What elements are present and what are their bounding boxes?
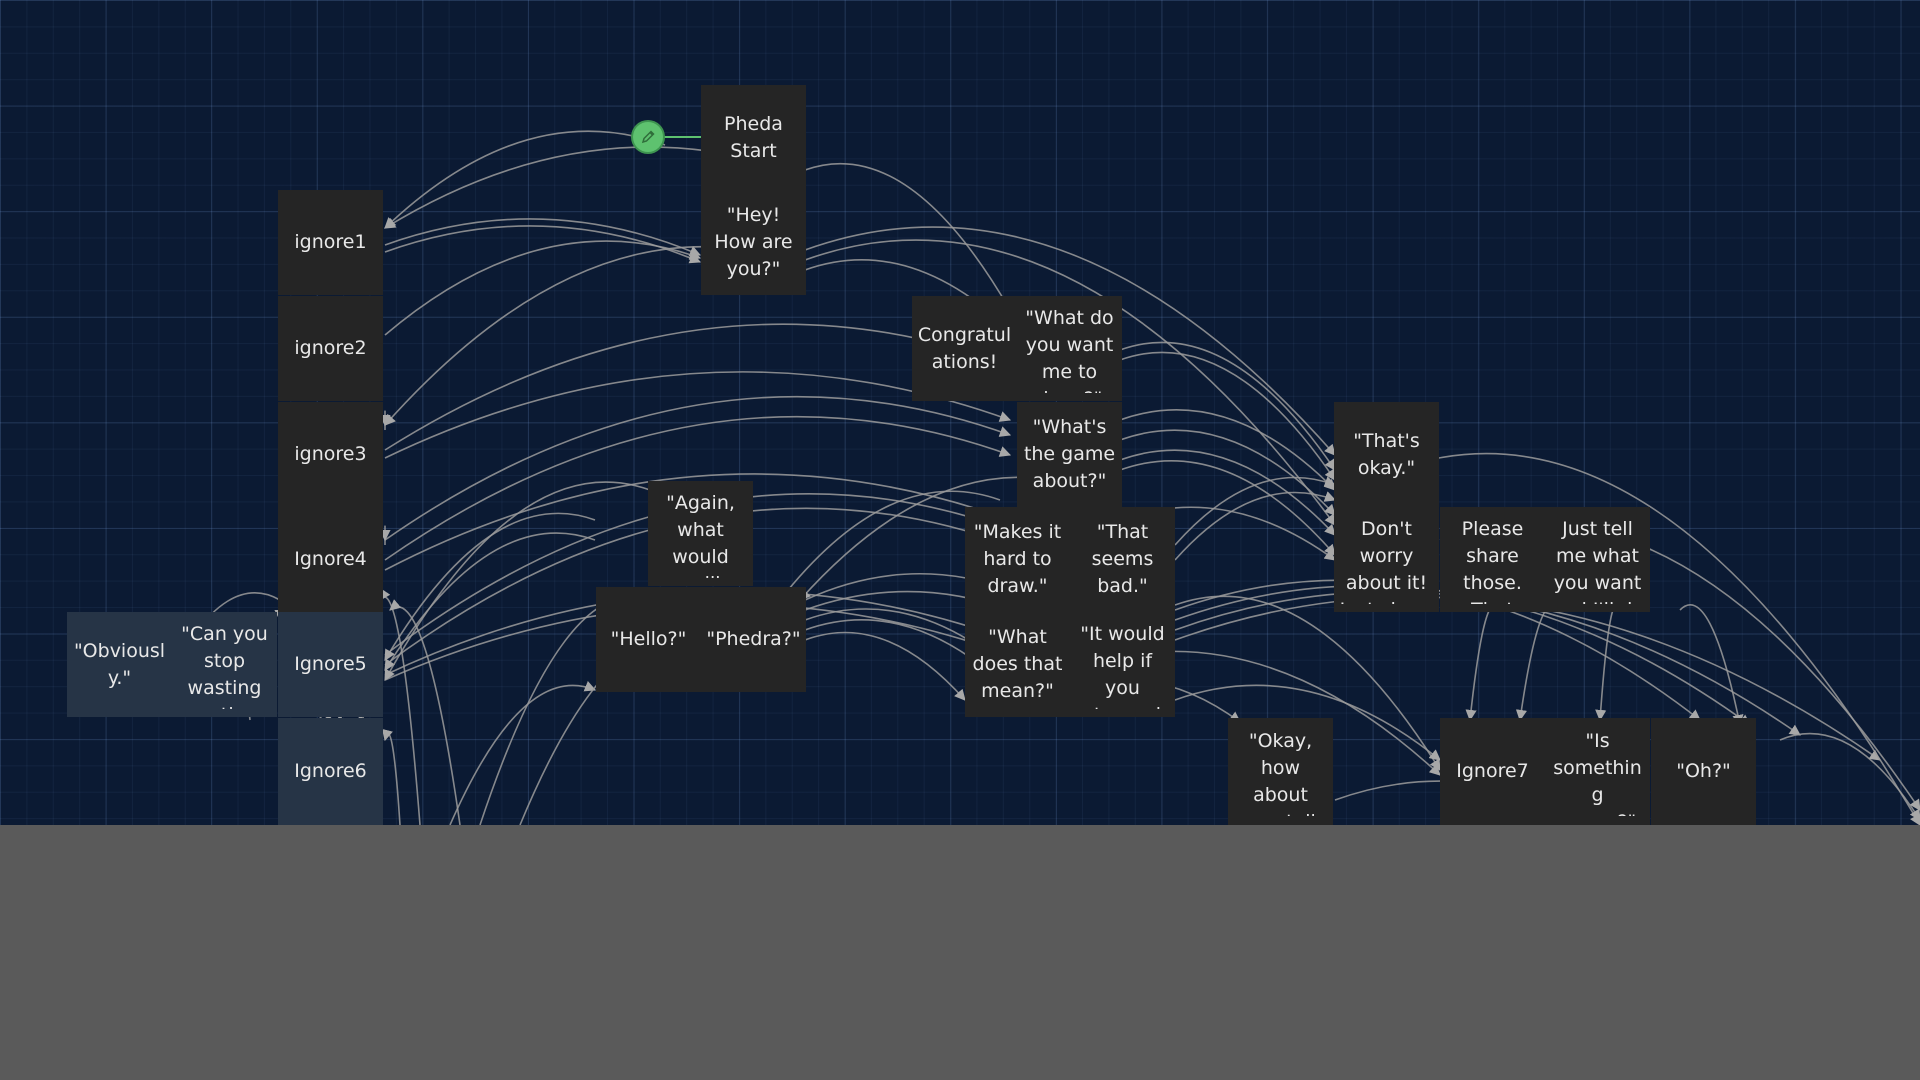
connection-link [389,599,461,825]
node-label: "What do you want me to draw?" [1025,306,1114,393]
node-congratulations[interactable]: Congratulations! [912,296,1017,401]
connection-link [1174,491,1337,561]
node-label: "Makes it hard to draw." [973,521,1062,597]
pencil-icon [641,130,655,144]
node-that-seems-bad[interactable]: "That seems bad." [1070,507,1175,612]
node-pheda-start[interactable]: Pheda Start [701,85,806,190]
node-label: "What does that mean?" [972,626,1063,702]
node-label: "Again, what would you like [664,491,738,578]
node-label: "It would help if you stopped [1080,622,1165,709]
connection-link [382,728,401,825]
node-label: "Obviously." [73,639,166,689]
node-label: Congratulations! [917,323,1012,373]
node-label: "That seems bad." [1091,521,1154,597]
node-ignore4[interactable]: Ignore4 [278,507,383,612]
node-label: Ignore6 [294,760,367,782]
node-okay-how-about[interactable]: "Okay, how about you tell me [1228,718,1333,825]
connection-link [384,240,702,336]
node-what-does-that-mean[interactable]: "What does that mean?" [965,612,1070,717]
node-label: ignore2 [294,337,367,359]
node-whats-the-game[interactable]: "What's the game about?" [1017,402,1122,507]
node-please-share[interactable]: Please share those. That [1440,507,1545,612]
node-obviously[interactable]: "Obviously." [67,612,172,717]
node-label: Ignore4 [294,548,367,570]
node-oh[interactable]: "Oh?" [1651,718,1756,825]
node-ignore1[interactable]: ignore1 [278,190,383,295]
node-label: ignore3 [294,443,367,465]
node-label: Ignore5 [294,653,367,675]
node-label: "What's the game about?" [1023,416,1116,492]
node-hello[interactable]: "Hello?" [596,587,701,692]
connection-link [804,162,1011,311]
node-ignore5[interactable]: Ignore5 [278,612,383,717]
bottom-panel [0,825,1920,1080]
node-label: "Oh?" [1676,760,1731,782]
connection-link [1119,341,1336,471]
connection-link [384,130,666,229]
node-label: "Hello?" [610,628,687,650]
node-label: "Can you stop wasting my time [181,622,268,709]
node-label: Ignore7 [1456,760,1529,782]
node-ignore7[interactable]: Ignore7 [1440,718,1545,825]
node-is-something-wrong[interactable]: "Is something wrong?" [1545,718,1650,825]
node-again-what-would[interactable]: "Again, what would you like [648,481,753,586]
node-what-do-you-want[interactable]: "What do you want me to draw?" [1017,296,1122,401]
connection-link [449,680,597,825]
connection-link [804,631,966,701]
node-label: "Phedra?" [706,628,801,650]
node-makes-it-hard[interactable]: "Makes it hard to draw." [965,507,1070,612]
node-label: ignore1 [294,231,367,253]
node-label: "Hey! How are you?" [714,204,793,280]
connection-link [1515,604,1561,722]
node-can-you-stop[interactable]: "Can you stop wasting my time [172,612,277,717]
node-label: "Okay, how about you tell me [1245,729,1316,816]
node-ignore6[interactable]: Ignore6 [278,718,383,825]
node-label: Pheda Start [724,112,783,162]
start-connector [663,136,701,138]
node-label: "That's okay." [1353,429,1420,479]
node-just-tell-me[interactable]: Just tell me what you want and I'll do [1545,507,1650,612]
start-node-handle[interactable] [633,122,663,152]
node-label: Just tell me what you want and I'll do [1551,517,1644,604]
node-hey-how-are-you[interactable]: "Hey! How are you?" [701,190,806,295]
node-ignore2[interactable]: ignore2 [278,296,383,401]
node-phedra[interactable]: "Phedra?" [701,587,806,692]
connection-link [1465,603,1501,722]
node-thats-okay[interactable]: "That's okay." [1334,402,1439,507]
node-ignore3[interactable]: ignore3 [278,402,383,507]
node-label: Please share those. That [1461,517,1524,604]
node-label: Don't worry about it! Just share [1340,517,1434,604]
node-dont-worry[interactable]: Don't worry about it! Just share [1334,507,1439,612]
node-it-would-help[interactable]: "It would help if you stopped [1070,612,1175,717]
node-label: "Is something wrong?" [1553,729,1642,816]
connection-link [1679,604,1744,727]
connection-link [1779,732,1920,821]
graph-canvas[interactable]: Pheda Start "Hey! How are you?" ignore1 … [0,0,1920,825]
